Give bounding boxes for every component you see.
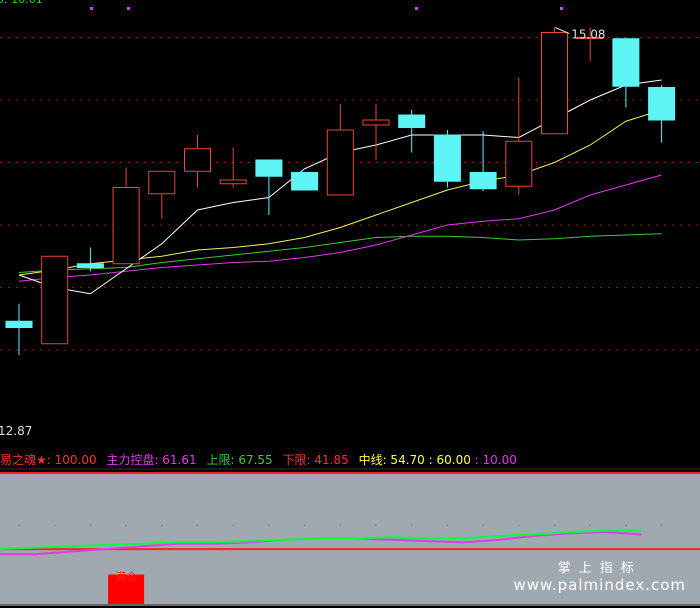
full-position-label: 满仓 [115,570,137,584]
candle-body [612,38,640,87]
candle [148,170,176,219]
level-dot [482,524,484,527]
candle [112,167,140,265]
candle-body [326,129,354,196]
candle-body [5,320,33,328]
candle-body [76,263,104,268]
candle-body [291,172,319,191]
level-dot [18,524,20,527]
legend-item-3: 下限: 41.85 [282,453,349,467]
legend-item-6: : 10.00 [474,453,517,467]
candle [505,77,533,195]
candle-body [148,170,176,195]
legend-item-5: : 60.00 [428,453,471,467]
legend-item-4: 中线: 54.70 [358,453,425,467]
candle [469,131,497,192]
top-marker-3 [560,7,563,10]
candle-body [541,32,568,135]
candle [648,85,676,143]
level-dot [589,524,592,527]
watermark-url: www.palmindex.com [513,576,686,594]
candle [326,103,354,196]
level-dot [268,524,270,527]
candle [184,135,211,188]
candle-body [505,140,533,187]
indicator-legend: 易之魂★: 100.00 主力控盘: 61.61 上限: 67.55 下限: 4… [0,451,700,469]
level-dot [303,524,306,527]
level-dot [160,524,163,527]
high-price-label: 15.08 [571,28,605,42]
level-dot [446,524,449,527]
top-marker-1 [127,7,130,10]
legend-item-1: 主力控盘: 61.61 [106,453,197,467]
candle-body [184,148,211,172]
top-marker-2 [415,7,418,10]
candle [612,37,640,108]
candle-body [362,119,390,126]
watermark-cn: 掌上指标 [557,561,642,576]
level-dot [125,524,127,527]
candle-body [112,187,140,265]
candle-body [219,179,247,185]
level-dot [53,524,56,527]
level-dot [517,524,520,527]
candle [541,27,568,135]
level-dot [196,524,199,527]
candle [291,172,319,191]
candle [219,147,247,188]
candle [41,255,69,345]
candle-body [398,114,426,128]
candle [433,130,461,188]
top-label: 00: 10.01 [0,0,43,6]
kline-chart[interactable]: 00: 10.01 15.08 12.87 满仓 [0,0,700,608]
candle [76,247,104,272]
candle-body [255,159,283,177]
level-dot [410,524,413,527]
level-dot [89,524,92,527]
level-dot [339,524,342,527]
candle [398,110,426,153]
watermark: 掌上指标 www.palmindex.com [513,557,686,594]
low-price-label: 12.87 [0,424,32,438]
level-dot [625,524,627,527]
candle [5,303,33,355]
candle-body [469,172,497,190]
level-dot [660,524,663,527]
legend-item-2: 上限: 67.55 [206,453,273,467]
candle-body [41,255,69,345]
level-dot [232,524,235,527]
candle [255,159,283,215]
level-dot [553,524,556,527]
legend-item-0: 易之魂★: 100.00 [0,453,97,467]
candle-body [648,87,676,121]
candle-body [433,134,461,182]
candle [362,103,390,160]
top-marker-0 [90,7,93,10]
level-dot [375,524,377,527]
